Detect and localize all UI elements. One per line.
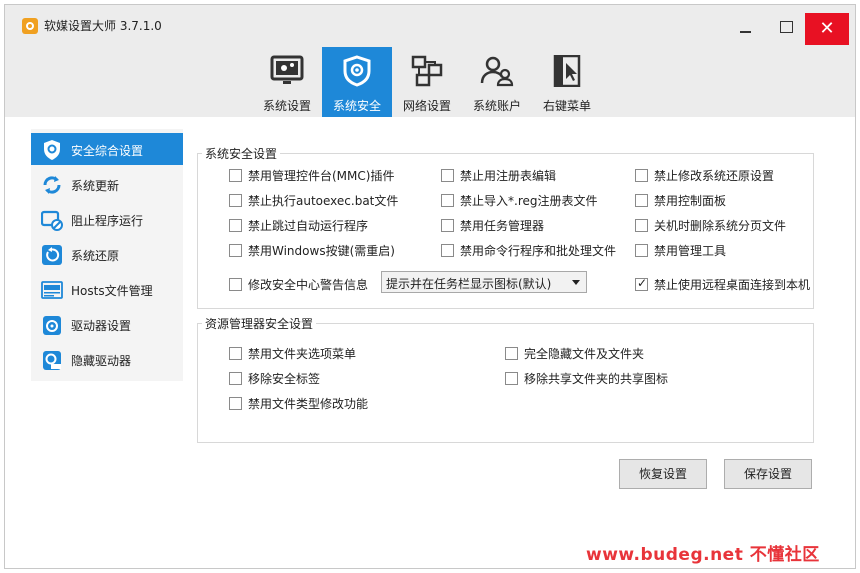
checkbox[interactable] xyxy=(229,372,242,385)
checkbox[interactable] xyxy=(635,219,648,232)
monitor-gear-icon xyxy=(270,55,304,84)
content-area: 安全综合设置 系统更新 阻止程序运行 系统还原 Hosts文件管理 驱动器设置 … xyxy=(5,117,855,568)
checkbox[interactable] xyxy=(635,244,648,257)
checkbox[interactable] xyxy=(441,194,454,207)
chevron-down-icon xyxy=(572,280,580,285)
context-menu-icon xyxy=(553,55,581,87)
select-value: 提示并在任务栏显示图标(默认) xyxy=(386,277,552,291)
restore-settings-button[interactable]: 恢复设置 xyxy=(619,459,707,489)
sidebar-item-block-programs[interactable]: 阻止程序运行 xyxy=(31,203,183,235)
top-nav: 系统设置 系统安全 网络设置 系统账户 右键菜单 xyxy=(5,47,855,117)
hide-drive-icon xyxy=(43,351,61,370)
sidebar-item-label: 系统更新 xyxy=(71,179,120,193)
sidebar-item-system-update[interactable]: 系统更新 xyxy=(31,168,183,200)
sidebar-item-label: 安全综合设置 xyxy=(71,144,144,158)
checkbox[interactable] xyxy=(505,372,518,385)
checkbox[interactable] xyxy=(229,244,242,257)
tab-system-security[interactable]: 系统安全 xyxy=(322,47,392,117)
sidebar-item-system-restore[interactable]: 系统还原 xyxy=(31,238,183,270)
checkbox[interactable] xyxy=(505,347,518,360)
shield-icon xyxy=(44,140,60,160)
checkbox[interactable] xyxy=(229,194,242,207)
checkbox[interactable] xyxy=(229,278,242,291)
sidebar-item-hide-drives[interactable]: 隐藏驱动器 xyxy=(31,343,183,375)
checkbox[interactable] xyxy=(229,347,242,360)
tab-label: 系统设置 xyxy=(262,99,311,113)
checkbox[interactable] xyxy=(635,276,648,291)
tab-network-settings[interactable]: 网络设置 xyxy=(392,47,462,117)
checkbox[interactable] xyxy=(635,169,648,182)
sidebar-item-security-overview[interactable]: 安全综合设置 xyxy=(31,133,183,165)
sidebar-item-drive-settings[interactable]: 驱动器设置 xyxy=(31,308,183,340)
title-bar: 软媒设置大师 3.7.1.0 ✕ xyxy=(5,5,855,47)
tab-context-menu[interactable]: 右键菜单 xyxy=(532,47,602,117)
tab-label: 系统账户 xyxy=(472,99,521,113)
checkbox[interactable] xyxy=(229,397,242,410)
sidebar-item-hosts-manager[interactable]: Hosts文件管理 xyxy=(31,273,183,305)
warning-mode-select[interactable]: 提示并在任务栏显示图标(默认) xyxy=(381,271,587,293)
tab-system-settings[interactable]: 系统设置 xyxy=(252,47,322,117)
checkbox[interactable] xyxy=(229,169,242,182)
watermark: www.budeg.net 不懂社区 xyxy=(586,545,820,565)
refresh-icon xyxy=(43,176,61,194)
sidebar-item-label: 阻止程序运行 xyxy=(71,214,144,228)
sidebar: 安全综合设置 系统更新 阻止程序运行 系统还原 Hosts文件管理 驱动器设置 … xyxy=(31,129,183,381)
save-settings-button[interactable]: 保存设置 xyxy=(724,459,812,489)
hosts-icon xyxy=(41,281,63,299)
drive-icon xyxy=(43,316,61,335)
restore-icon xyxy=(42,245,62,265)
sidebar-item-label: 隐藏驱动器 xyxy=(71,354,132,368)
checkbox[interactable] xyxy=(635,194,648,207)
sidebar-item-label: Hosts文件管理 xyxy=(71,284,153,298)
tab-system-accounts[interactable]: 系统账户 xyxy=(462,47,532,117)
window-title: 软媒设置大师 3.7.1.0 xyxy=(44,19,162,33)
close-icon: ✕ xyxy=(819,18,835,39)
tab-label: 右键菜单 xyxy=(542,99,591,113)
explorer-group-title: 资源管理器安全设置 xyxy=(202,315,317,332)
app-window: 软媒设置大师 3.7.1.0 ✕ 系统设置 系统安全 网络设置 系统账户 右键菜… xyxy=(4,4,856,569)
checkbox[interactable] xyxy=(441,219,454,232)
block-app-icon xyxy=(41,210,63,231)
shield-icon xyxy=(343,55,371,87)
security-group-title: 系统安全设置 xyxy=(202,145,281,162)
minimize-button[interactable] xyxy=(727,11,763,41)
checkbox[interactable] xyxy=(441,244,454,257)
app-logo-icon xyxy=(22,18,38,34)
sidebar-item-label: 驱动器设置 xyxy=(71,319,132,333)
tab-label: 系统安全 xyxy=(332,99,381,113)
tab-label: 网络设置 xyxy=(402,99,451,113)
checkbox[interactable] xyxy=(229,219,242,232)
maximize-button[interactable] xyxy=(768,11,804,41)
users-icon xyxy=(480,56,514,87)
sidebar-item-label: 系统还原 xyxy=(71,249,120,263)
close-button[interactable]: ✕ xyxy=(805,13,849,45)
network-icon xyxy=(411,55,443,87)
checkbox[interactable] xyxy=(441,169,454,182)
